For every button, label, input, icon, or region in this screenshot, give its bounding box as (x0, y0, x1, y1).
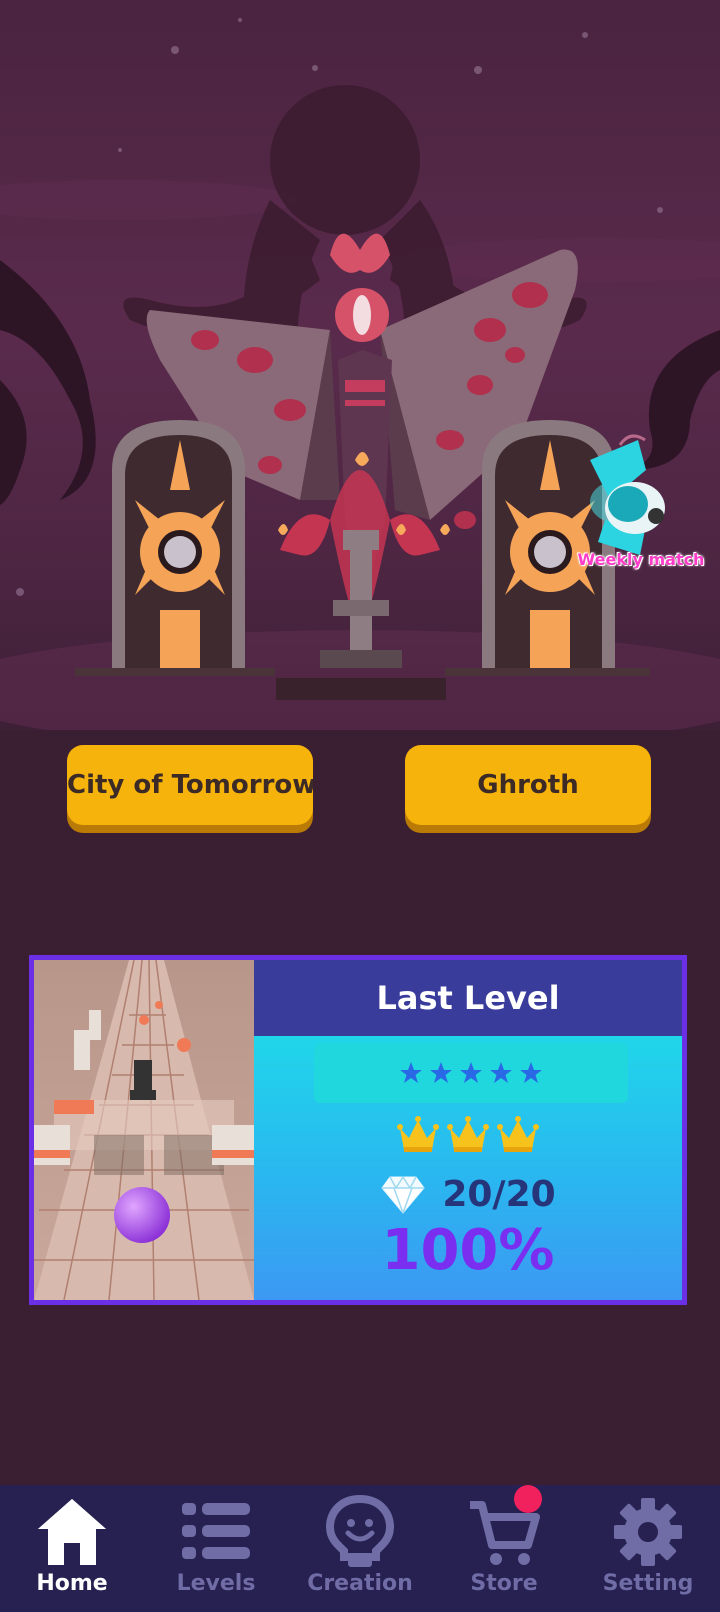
weekly-match-button[interactable]: Weekly match (560, 430, 720, 570)
diamond-icon (381, 1176, 425, 1214)
crown-rating (254, 1114, 682, 1156)
drone-icon (590, 434, 665, 555)
world-button-label: City of Tomorrow (67, 770, 313, 800)
gem-count: 20/20 (254, 1174, 682, 1215)
home-icon (38, 1499, 106, 1565)
world-scene (0, 0, 720, 730)
star-icon (460, 1062, 482, 1083)
last-level-title: Last Level (254, 960, 682, 1036)
tab-label: Setting (602, 1571, 694, 1596)
last-level-card[interactable]: Last Level 20/20 100% (29, 955, 687, 1305)
tab-setting[interactable]: Setting (576, 1485, 720, 1612)
difficulty-stars (314, 1043, 628, 1103)
world-button-ghroth[interactable]: Ghroth (405, 745, 651, 825)
gem-count-value: 20/20 (442, 1174, 556, 1215)
star-icon (430, 1062, 452, 1083)
level-thumbnail (34, 960, 254, 1300)
star-icon (520, 1062, 542, 1083)
tab-levels[interactable]: Levels (144, 1485, 288, 1612)
last-level-stats: 20/20 100% (254, 1036, 682, 1300)
weekly-match-label: Weekly match (577, 550, 705, 569)
notification-badge (514, 1485, 542, 1513)
tab-label: Levels (176, 1571, 256, 1596)
bottom-tab-bar: Home Levels Creation Store Setting (0, 1485, 720, 1612)
crown-icon (397, 1116, 439, 1152)
star-icon (490, 1062, 512, 1083)
tab-home[interactable]: Home (0, 1485, 144, 1612)
ghroth-artwork (0, 18, 720, 730)
completion-percent: 100% (381, 1218, 555, 1283)
tab-store[interactable]: Store (432, 1485, 576, 1612)
world-button-city-of-tomorrow[interactable]: City of Tomorrow (67, 745, 313, 825)
crown-icon (497, 1116, 539, 1152)
crown-icon (447, 1116, 489, 1152)
tab-label: Store (470, 1571, 538, 1596)
tab-label: Home (36, 1571, 108, 1596)
world-button-label: Ghroth (477, 770, 579, 800)
list-icon (182, 1503, 250, 1559)
tab-creation[interactable]: Creation (288, 1485, 432, 1612)
star-icon (400, 1062, 422, 1083)
tab-label: Creation (307, 1571, 413, 1596)
gear-icon (614, 1498, 682, 1566)
lightbulb-icon (325, 1495, 395, 1567)
